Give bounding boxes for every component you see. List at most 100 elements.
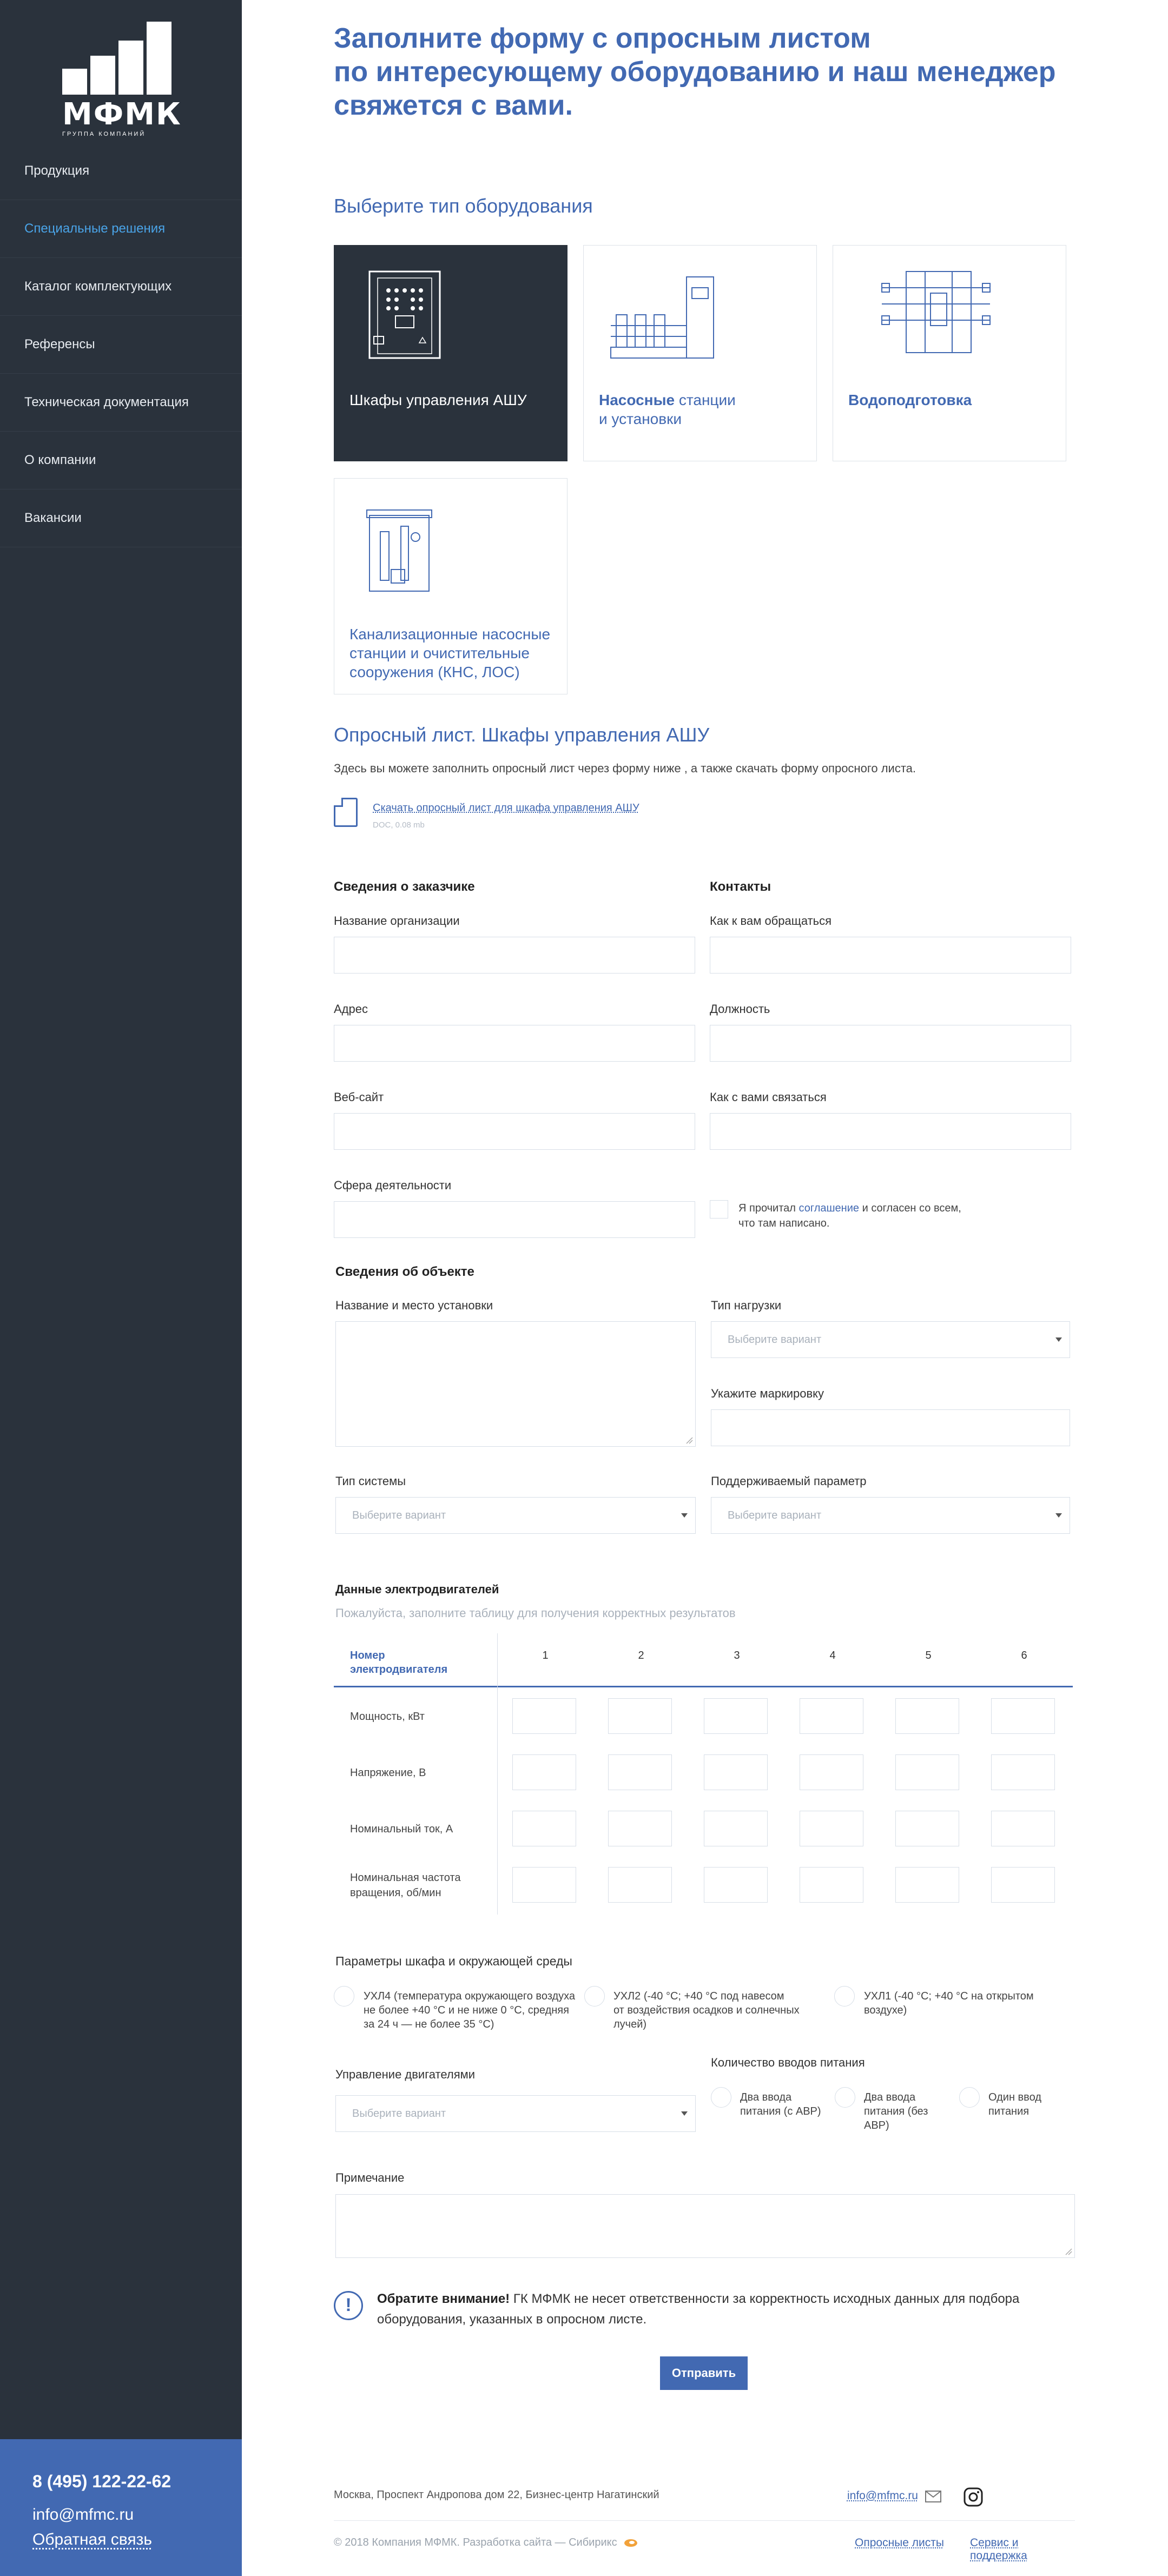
motor-control-select[interactable]: Выберите вариант xyxy=(335,2095,696,2132)
website-input[interactable] xyxy=(334,1113,695,1150)
note-textarea[interactable] xyxy=(335,2194,1075,2258)
power-radio-two-avr[interactable] xyxy=(711,2087,731,2108)
sibirix-logo-icon[interactable] xyxy=(623,2538,638,2548)
system-type-label: Тип системы xyxy=(335,1474,406,1488)
pump-station-icon xyxy=(610,276,714,359)
motors-table-header: Номер электродвигателя 1 2 3 4 5 6 xyxy=(334,1633,1073,1687)
activity-label: Сфера деятельности xyxy=(334,1178,452,1192)
install-textarea[interactable] xyxy=(335,1321,696,1447)
power-option-two-no-avr: Два ввода питания (без АВР) xyxy=(864,2091,928,2131)
feedback-link[interactable]: Обратная связь xyxy=(32,2531,242,2549)
motor-input-cell[interactable] xyxy=(991,1867,1055,1903)
motor-input-cell[interactable] xyxy=(608,1754,672,1790)
phone-link[interactable]: 8 (495) 122-22-62 xyxy=(32,2472,242,2492)
email-link[interactable]: info@mfmc.ru xyxy=(32,2506,242,2524)
chevron-down-icon xyxy=(1055,1513,1062,1518)
motor-input-cell[interactable] xyxy=(608,1811,672,1846)
motor-input-cell[interactable] xyxy=(895,1867,959,1903)
equipment-card-label: Канализационные насосные станции и очист… xyxy=(349,626,551,680)
sidebar: МФМК ГРУППА КОМПАНИЙ Продукция Специальн… xyxy=(0,0,242,2576)
power-option-two-avr: Два ввода питания (с АВР) xyxy=(740,2091,821,2117)
motor-input-cell[interactable] xyxy=(800,1698,863,1734)
intro-text: Здесь вы можете заполнить опросный лист … xyxy=(334,761,916,775)
column-header: 5 xyxy=(925,1650,932,1661)
nav-item-about[interactable]: О компании xyxy=(0,432,242,489)
instagram-icon[interactable] xyxy=(964,2487,983,2507)
position-input[interactable] xyxy=(710,1025,1071,1062)
cabinet-heading: Параметры шкафа и окружающей среды xyxy=(335,1954,572,1968)
equipment-card-pumps[interactable]: Насосные станции и установки xyxy=(583,245,817,461)
motor-input-cell[interactable] xyxy=(800,1867,863,1903)
footer-link-questionnaires[interactable]: Опросные листы xyxy=(855,2537,944,2549)
climate-radio-ukhl2[interactable] xyxy=(584,1986,605,2007)
agreement-link[interactable]: соглашение xyxy=(799,1202,860,1214)
motor-input-cell[interactable] xyxy=(704,1811,768,1846)
mail-icon[interactable] xyxy=(925,2491,941,2502)
motor-input-cell[interactable] xyxy=(704,1867,768,1903)
motors-hint: Пожалуйста, заполните таблицу для получе… xyxy=(335,1606,736,1620)
exclamation-icon: ! xyxy=(334,2291,363,2320)
warning-block: ! Обратите внимание! ГК МФМК не несет от… xyxy=(334,2289,1037,2337)
motor-input-cell[interactable] xyxy=(991,1754,1055,1790)
motor-input-cell[interactable] xyxy=(895,1698,959,1734)
contact-method-input[interactable] xyxy=(710,1113,1071,1150)
motor-input-cell[interactable] xyxy=(991,1811,1055,1846)
motor-input-cell[interactable] xyxy=(608,1867,672,1903)
climate-radio-ukhl1[interactable] xyxy=(834,1986,855,2007)
nav-item-products[interactable]: Продукция xyxy=(0,142,242,200)
motor-input-cell[interactable] xyxy=(512,1698,576,1734)
contact-name-input[interactable] xyxy=(710,937,1071,974)
note-label: Примечание xyxy=(335,2171,405,2184)
footer-link-service[interactable]: Сервис и поддержка xyxy=(970,2537,1075,2562)
motor-input-cell[interactable] xyxy=(704,1754,768,1790)
equipment-card-sewage[interactable]: Канализационные насосные станции и очист… xyxy=(334,478,567,694)
load-type-select[interactable]: Выберите вариант xyxy=(711,1321,1070,1358)
submit-button[interactable]: Отправить xyxy=(660,2356,748,2390)
contacts-heading: Контакты xyxy=(710,879,771,894)
agree-checkbox[interactable] xyxy=(710,1200,728,1219)
system-type-select[interactable]: Выберите вариант xyxy=(335,1497,696,1534)
motor-input-cell[interactable] xyxy=(800,1754,863,1790)
activity-input[interactable] xyxy=(334,1201,695,1238)
logo-text: МФМК xyxy=(62,97,182,132)
org-name-input[interactable] xyxy=(334,937,695,974)
motor-input-cell[interactable] xyxy=(704,1698,768,1734)
nav-item-vacancies[interactable]: Вакансии xyxy=(0,489,242,547)
equipment-card-water-treatment[interactable]: Водоподготовка xyxy=(833,245,1066,461)
table-divider xyxy=(497,1633,498,1915)
motor-input-cell[interactable] xyxy=(895,1811,959,1846)
power-radio-one[interactable] xyxy=(959,2087,980,2108)
motor-input-cell[interactable] xyxy=(800,1811,863,1846)
climate-radio-ukhl4[interactable] xyxy=(334,1986,354,2007)
power-radio-two-no-avr[interactable] xyxy=(835,2087,855,2108)
climate-option-ukhl2: УХЛ2 (-40 °С; +40 °С под навесом от возде… xyxy=(613,1990,800,2030)
motor-input-cell[interactable] xyxy=(895,1754,959,1790)
position-label: Должность xyxy=(710,1002,770,1016)
warning-text: Обратите внимание! ГК МФМК не несет отве… xyxy=(377,2292,1020,2327)
chevron-down-icon xyxy=(681,2111,688,2116)
motor-input-cell[interactable] xyxy=(991,1698,1055,1734)
install-label: Название и место установки xyxy=(335,1299,493,1312)
motor-input-cell[interactable] xyxy=(512,1867,576,1903)
motor-input-cell[interactable] xyxy=(512,1754,576,1790)
nav-item-components-catalog[interactable]: Каталог комплектующих xyxy=(0,258,242,316)
download-link[interactable]: Скачать опросный лист для шкафа управлен… xyxy=(373,802,639,814)
motors-heading: Данные электродвигателей xyxy=(335,1582,499,1596)
equipment-card-ashu[interactable]: Шкафы управления АШУ xyxy=(334,245,567,461)
nav-item-references[interactable]: Референсы xyxy=(0,316,242,374)
nav-item-special-solutions[interactable]: Специальные решения xyxy=(0,200,242,258)
motor-input-cell[interactable] xyxy=(512,1811,576,1846)
sidebar-contacts: 8 (495) 122-22-62 info@mfmc.ru Обратная … xyxy=(0,2439,242,2576)
footer-email-link[interactable]: info@mfmc.ru xyxy=(847,2489,918,2502)
chevron-down-icon xyxy=(1055,1337,1062,1342)
footer-divider xyxy=(334,2520,1075,2521)
nav-item-tech-docs[interactable]: Техническая документация xyxy=(0,374,242,432)
param-select[interactable]: Выберите вариант xyxy=(711,1497,1070,1534)
marking-input[interactable] xyxy=(711,1409,1070,1446)
address-input[interactable] xyxy=(334,1025,695,1062)
object-heading: Сведения об объекте xyxy=(335,1264,474,1279)
equipment-heading: Выберите тип оборудования xyxy=(334,195,593,217)
agree-text: Я прочитал соглашение и согласен со всем… xyxy=(738,1202,961,1229)
company-logo[interactable]: МФМК ГРУППА КОМПАНИЙ xyxy=(62,22,182,137)
motor-input-cell[interactable] xyxy=(608,1698,672,1734)
